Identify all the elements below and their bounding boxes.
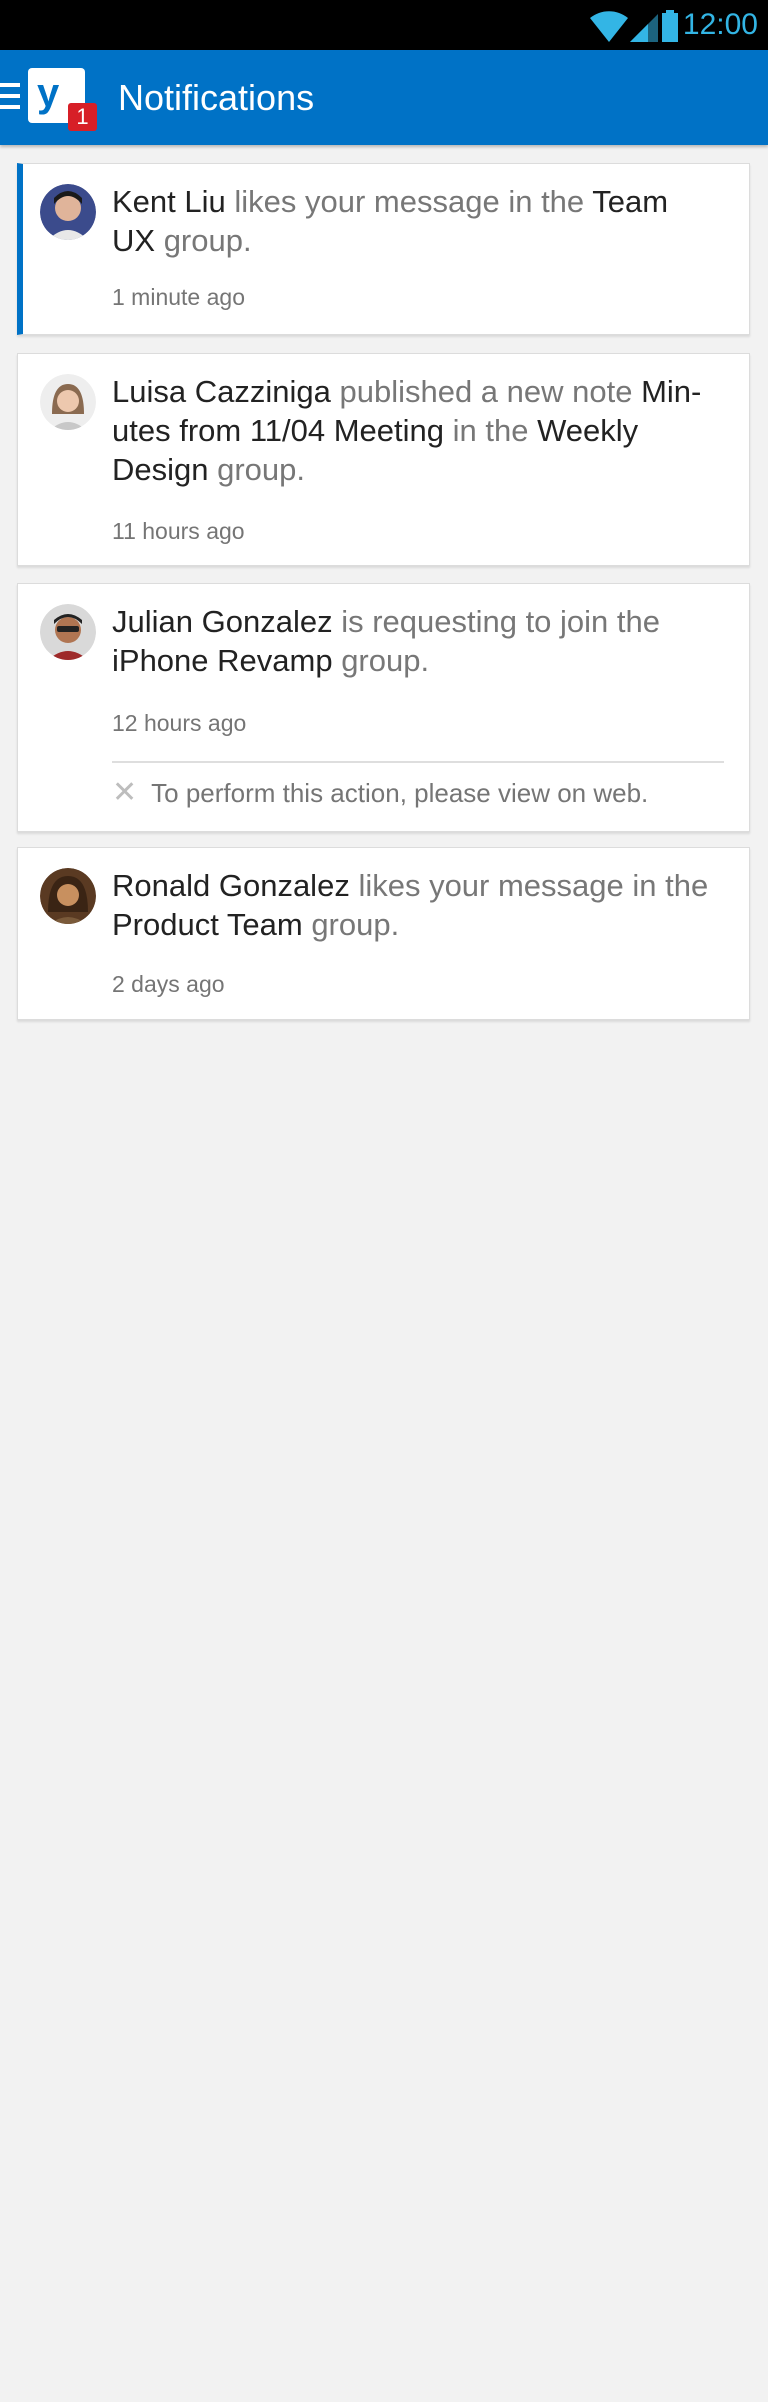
status-time: 12:00 — [682, 8, 758, 41]
notification-message: Ronald Gonzalez likes your message in th… — [112, 868, 709, 942]
logo-letter: y — [37, 71, 60, 115]
signal-icon — [630, 14, 658, 42]
avatar — [40, 868, 96, 924]
wifi-icon — [590, 11, 628, 42]
status-bar: 12:00 — [0, 0, 768, 50]
actor-name[interactable]: Luisa Cazziniga — [112, 374, 331, 409]
timestamp: 11 hours ago — [112, 518, 245, 544]
avatar — [40, 184, 96, 240]
close-icon: ✕ — [112, 776, 138, 809]
page-title: Notifications — [118, 77, 315, 118]
notification-card[interactable]: Julian Gonzalez is requesting to join th… — [17, 583, 750, 832]
battery-icon — [662, 10, 678, 42]
menu-icon[interactable] — [0, 83, 20, 113]
actor-name[interactable]: Ronald Gonzalez — [112, 868, 350, 903]
avatar — [40, 374, 96, 430]
timestamp: 12 hours ago — [112, 710, 247, 736]
avatar — [40, 604, 96, 660]
group-link[interactable]: Product Team — [112, 907, 303, 942]
timestamp: 2 days ago — [112, 971, 225, 997]
notification-card[interactable]: Luisa Cazziniga published a new note Min… — [17, 353, 750, 566]
actor-name[interactable]: Julian Gonzalez — [112, 604, 333, 639]
timestamp: 1 minute ago — [112, 284, 245, 310]
status-icons — [590, 10, 678, 42]
notification-message: Julian Gonzalez is requesting to join th… — [112, 604, 661, 678]
action-note: ✕ To perform this action, please view on … — [112, 776, 648, 810]
notification-card[interactable]: Kent Liu likes your message in the Team … — [17, 163, 750, 335]
notification-badge: 1 — [68, 103, 97, 131]
notification-message: Kent Liu likes your message in the Team … — [112, 184, 669, 258]
notification-message: Luisa Cazziniga published a new note Min… — [112, 374, 702, 487]
divider — [112, 761, 724, 763]
action-note-text: To perform this action, please view on w… — [151, 778, 649, 808]
actor-name[interactable]: Kent Liu — [112, 184, 226, 219]
group-link[interactable]: iPhone Revamp — [112, 643, 333, 678]
app-bar: y 1 Notifications — [0, 50, 768, 145]
notification-card[interactable]: Ronald Gonzalez likes your message in th… — [17, 847, 750, 1020]
